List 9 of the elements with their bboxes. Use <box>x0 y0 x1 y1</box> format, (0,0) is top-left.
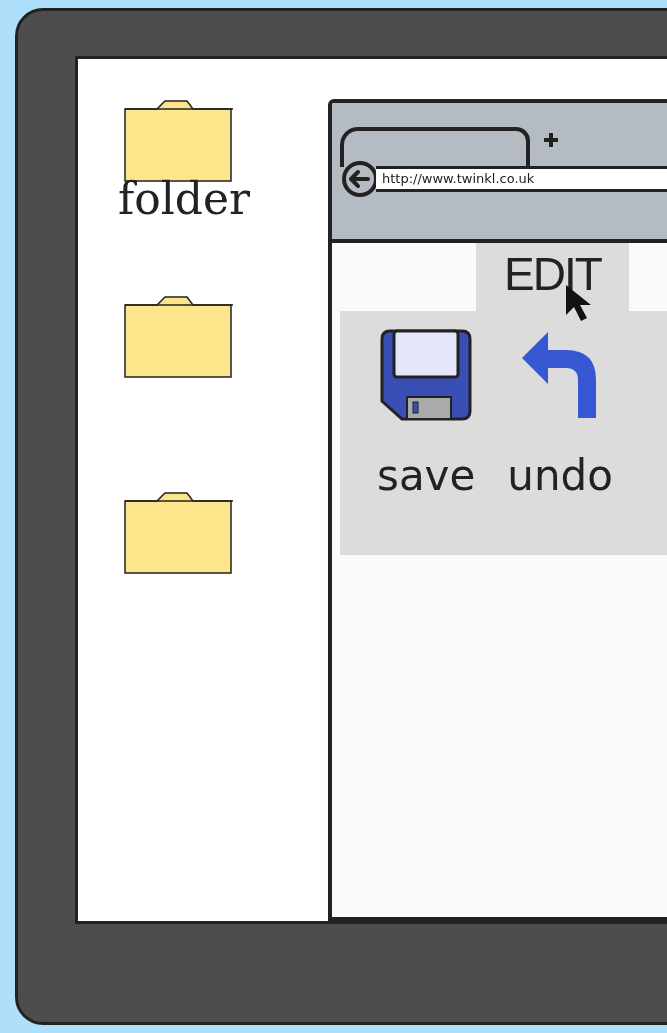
folder-icon[interactable] <box>123 491 233 575</box>
menu-tab[interactable]: EDIT <box>476 243 629 311</box>
undo-button[interactable]: undo <box>507 329 613 497</box>
folder-label: folder <box>118 177 251 221</box>
save-button[interactable]: save <box>377 329 476 497</box>
folder-icon[interactable] <box>123 295 233 379</box>
new-tab-icon[interactable] <box>544 133 558 147</box>
url-text: http://www.twinkl.co.uk <box>382 170 535 189</box>
address-bar[interactable]: http://www.twinkl.co.uk <box>376 166 667 192</box>
